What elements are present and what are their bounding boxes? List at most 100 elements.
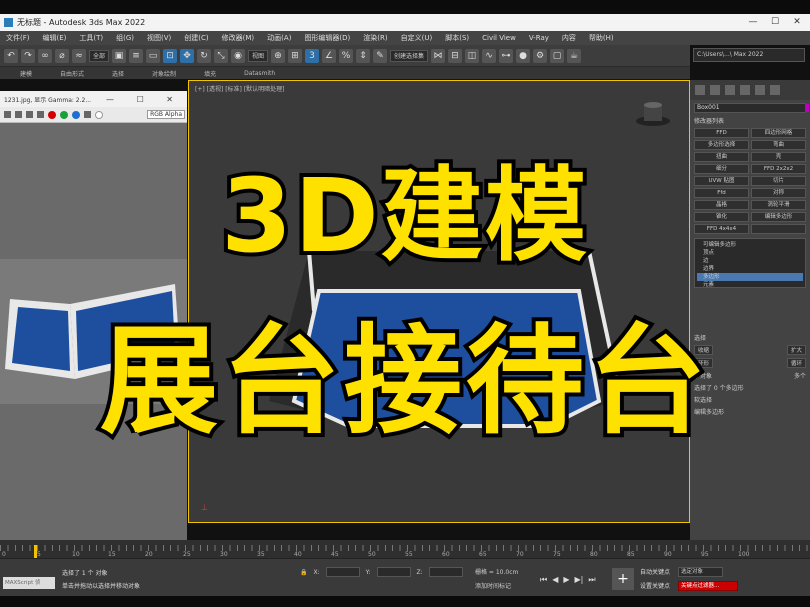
menu-file[interactable]: 文件(F)	[6, 33, 30, 43]
display-tab-icon[interactable]	[755, 85, 765, 95]
play-icon[interactable]: ▶	[563, 575, 569, 585]
menu-customize[interactable]: 自定义(U)	[401, 33, 433, 43]
image-viewer-controls[interactable]: — ☐ ✕	[106, 95, 183, 104]
viewcube-icon[interactable]	[635, 101, 671, 127]
edit-named-selection-icon[interactable]: ✎	[373, 48, 388, 63]
selected-dropdown[interactable]: 选定对象	[678, 567, 723, 577]
snap-toggle-icon[interactable]: 3	[305, 48, 320, 63]
save-image-icon[interactable]	[4, 111, 11, 118]
menu-group[interactable]: 组(G)	[116, 33, 134, 43]
selection-filter-select[interactable]: 全部	[89, 49, 110, 62]
menu-vray[interactable]: V-Ray	[529, 34, 549, 42]
set-key-button[interactable]: +	[612, 568, 634, 590]
viewport-label[interactable]: [+] [透视] [标准] [默认明暗处理]	[195, 84, 284, 93]
prev-frame-icon[interactable]: ◀	[552, 575, 558, 585]
ribbon-tab-selection[interactable]: 选择	[112, 69, 124, 78]
x-field[interactable]	[325, 567, 360, 577]
menu-civil-view[interactable]: Civil View	[482, 34, 516, 42]
utilities-tab-icon[interactable]	[770, 85, 780, 95]
spinner-snap-icon[interactable]: ⇕	[356, 48, 371, 63]
ribbon-tab-datasmith[interactable]: Datasmith	[244, 70, 275, 77]
copy-image-icon[interactable]	[15, 111, 22, 118]
place-icon[interactable]: ◉	[231, 48, 246, 63]
angle-snap-icon[interactable]: ∠	[322, 48, 337, 63]
clear-channel-icon[interactable]	[95, 110, 103, 119]
layer-icon[interactable]: ◫	[465, 48, 480, 63]
menu-graph-editors[interactable]: 图形编辑器(D)	[304, 33, 350, 43]
menu-tools[interactable]: 工具(T)	[79, 33, 103, 43]
project-path-field[interactable]: C:\Users\...\ Max 2022	[693, 48, 805, 62]
time-slider-handle[interactable]	[34, 545, 37, 559]
y-field[interactable]	[376, 567, 411, 577]
timeline[interactable]: 0 5 10 15 20 25 30 35 40 45 50 55 60 65 …	[0, 540, 810, 559]
ribbon-tab-populate[interactable]: 填充	[204, 69, 216, 78]
minimize-button[interactable]: —	[742, 14, 764, 31]
green-channel-icon[interactable]	[60, 110, 68, 119]
window-crossing-icon[interactable]: ⊡	[163, 48, 178, 63]
menu-modifiers[interactable]: 修改器(M)	[222, 33, 255, 43]
modifier-button[interactable]: FFD	[694, 128, 749, 138]
menu-help[interactable]: 帮助(H)	[589, 33, 614, 43]
rotate-icon[interactable]: ↻	[197, 48, 212, 63]
timeline-track[interactable]: 0 5 10 15 20 25 30 35 40 45 50 55 60 65 …	[0, 545, 810, 559]
menu-scripting[interactable]: 脚本(S)	[445, 33, 469, 43]
menu-rendering[interactable]: 渲染(R)	[363, 33, 387, 43]
go-to-start-icon[interactable]: ⏮	[540, 575, 547, 585]
redo-icon[interactable]: ↷	[21, 48, 35, 63]
z-field[interactable]	[428, 567, 463, 577]
stack-item[interactable]: 元素	[697, 281, 803, 289]
link-icon[interactable]: ∞	[38, 48, 52, 63]
named-selection-set[interactable]: 创建选择集	[390, 49, 429, 62]
modify-tab-icon[interactable]	[710, 85, 720, 95]
key-filters-button[interactable]: 关键点过滤器...	[678, 581, 738, 591]
blue-channel-icon[interactable]	[72, 110, 80, 119]
menu-edit[interactable]: 编辑(E)	[43, 33, 67, 43]
undo-icon[interactable]: ↶	[4, 48, 18, 63]
align-icon[interactable]: ⊟	[448, 48, 463, 63]
move-icon[interactable]: ✥	[180, 48, 195, 63]
menu-animation[interactable]: 动画(A)	[267, 33, 291, 43]
motion-tab-icon[interactable]	[740, 85, 750, 95]
perspective-viewport[interactable]: [+] [透视] [标准] [默认明暗处理] ⊥	[188, 80, 690, 523]
reference-coord-select[interactable]: 视图	[248, 49, 269, 62]
mono-icon[interactable]	[84, 111, 91, 118]
clear-image-icon[interactable]	[37, 111, 44, 118]
render-icon[interactable]: ☕	[567, 48, 582, 63]
modifier-button[interactable]: 四边形网格	[751, 128, 806, 138]
curve-editor-icon[interactable]: ∿	[482, 48, 497, 63]
scale-icon[interactable]: ⤡	[214, 48, 229, 63]
pivot-icon[interactable]: ⊕	[271, 48, 286, 63]
select-object-icon[interactable]: ▣	[112, 48, 127, 63]
material-editor-icon[interactable]: ●	[516, 48, 531, 63]
unlink-icon[interactable]: ⌀	[55, 48, 69, 63]
modifier-list-dropdown[interactable]: 修改器列表	[694, 116, 806, 125]
modifier-button[interactable]: 弯曲	[751, 140, 806, 150]
hierarchy-tab-icon[interactable]	[725, 85, 735, 95]
bind-space-warp-icon[interactable]: ≈	[72, 48, 86, 63]
modifier-button[interactable]: 扭曲	[694, 152, 749, 162]
add-time-tag[interactable]: 添加时间标记	[475, 581, 511, 590]
menu-create[interactable]: 创建(C)	[184, 33, 208, 43]
ribbon-tab-modeling[interactable]: 建模	[20, 69, 32, 78]
create-tab-icon[interactable]	[695, 85, 705, 95]
modifier-button[interactable]: 多边形选择	[694, 140, 749, 150]
next-frame-icon[interactable]: ▶|	[575, 575, 584, 585]
channel-select[interactable]: RGB Alpha	[147, 110, 185, 119]
go-to-end-icon[interactable]: ⏭	[588, 575, 595, 585]
close-button[interactable]: ✕	[786, 14, 808, 31]
auto-key-label[interactable]: 自动关键点	[640, 567, 670, 576]
clone-image-icon[interactable]	[26, 111, 33, 118]
object-name-field[interactable]: Box001	[694, 103, 809, 113]
percent-snap-icon[interactable]: %	[339, 48, 354, 63]
maxscript-listener[interactable]: MAXScript 侦	[3, 577, 55, 589]
image-viewer-titlebar[interactable]: 1231.jpg, 显示 Gamma: 2.2... — ☐ ✕	[0, 91, 187, 107]
stack-item-selected[interactable]: 多边形	[697, 273, 803, 281]
mirror-keyboard-icon[interactable]: ⊞	[288, 48, 303, 63]
menu-content[interactable]: 内容	[562, 33, 576, 43]
mirror-icon[interactable]: ⋈	[431, 48, 446, 63]
select-by-name-icon[interactable]: ≡	[129, 48, 144, 63]
maximize-button[interactable]: ☐	[764, 14, 786, 31]
ribbon-tab-object-paint[interactable]: 对象绘制	[152, 69, 176, 78]
red-channel-icon[interactable]	[48, 110, 56, 119]
ribbon-tab-freeform[interactable]: 自由形式	[60, 69, 84, 78]
